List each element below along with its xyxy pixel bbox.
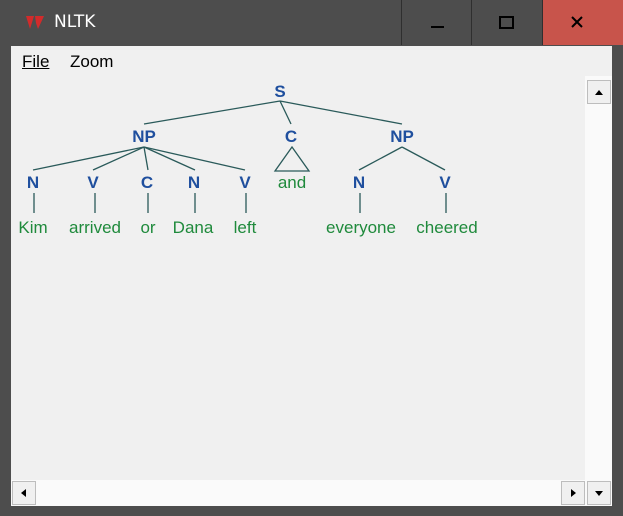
menu-zoom-label: Zoom <box>70 52 114 71</box>
leaf-everyone[interactable]: everyone <box>326 218 396 237</box>
window-title: NLTK <box>54 12 96 32</box>
edge-s-c <box>279 100 292 125</box>
maximize-button[interactable] <box>471 0 541 45</box>
minimize-button[interactable] <box>401 0 471 45</box>
menu-file[interactable]: File <box>22 52 49 72</box>
edge-np2-n <box>358 146 403 171</box>
node-s[interactable]: S <box>274 82 285 101</box>
node-c[interactable]: C <box>285 127 297 146</box>
node-np1[interactable]: NP <box>132 127 156 146</box>
nltk-window: NLTK File Zoom S NP C NP N V C N V N V a… <box>0 0 623 516</box>
up-arrow-icon <box>595 90 603 95</box>
node-n2[interactable]: N <box>188 173 200 192</box>
right-arrow-icon <box>571 489 576 497</box>
leaf-cheered[interactable]: cheered <box>416 218 477 237</box>
close-icon <box>571 16 583 28</box>
tree-canvas[interactable]: S NP C NP N V C N V N V and Kim arrived <box>11 76 585 480</box>
edge-np2-v <box>401 146 446 171</box>
menu-bar: File Zoom <box>11 46 612 76</box>
minimize-icon <box>431 26 444 28</box>
tk-feather-icon <box>26 16 44 29</box>
down-arrow-icon <box>595 491 603 496</box>
menu-file-label: File <box>22 52 50 71</box>
menu-zoom[interactable]: Zoom <box>70 52 113 72</box>
scroll-down-button[interactable] <box>587 481 611 505</box>
left-arrow-icon <box>21 489 26 497</box>
tree-edges <box>32 100 447 213</box>
leaf-left[interactable]: left <box>234 218 257 237</box>
scroll-left-button[interactable] <box>12 481 36 505</box>
triangle-c <box>273 145 311 172</box>
node-n3[interactable]: N <box>353 173 365 192</box>
close-button[interactable] <box>542 0 623 45</box>
edge-np1-v <box>92 146 145 171</box>
leaf-kim[interactable]: Kim <box>18 218 47 237</box>
node-v2[interactable]: V <box>239 173 251 192</box>
node-v[interactable]: V <box>87 173 99 192</box>
node-n[interactable]: N <box>27 173 39 192</box>
scroll-right-button[interactable] <box>561 481 585 505</box>
leaf-or[interactable]: or <box>140 218 155 237</box>
edge-np1-n <box>32 146 145 171</box>
maximize-icon <box>499 16 514 29</box>
scroll-up-button[interactable] <box>587 80 611 104</box>
leaf-arrived[interactable]: arrived <box>69 218 121 237</box>
edge-s-np2 <box>279 100 403 125</box>
client-area: File Zoom S NP C NP N V C N V N V and Ki… <box>11 46 612 506</box>
tree-svg: S NP C NP N V C N V N V and Kim arrived <box>18 82 477 237</box>
leaf-dana[interactable]: Dana <box>173 218 214 237</box>
node-np2[interactable]: NP <box>390 127 414 146</box>
edge-s-np1 <box>143 100 281 125</box>
edge-np1-c <box>143 146 149 171</box>
title-bar[interactable]: NLTK <box>0 0 623 46</box>
node-c2[interactable]: C <box>141 173 153 192</box>
leaf-and[interactable]: and <box>278 173 306 192</box>
edge-np1-n2 <box>143 146 196 171</box>
node-v3[interactable]: V <box>439 173 451 192</box>
horizontal-scrollbar[interactable] <box>11 480 585 506</box>
vertical-scrollbar[interactable] <box>585 76 612 506</box>
edge-np1-v2 <box>143 146 246 171</box>
